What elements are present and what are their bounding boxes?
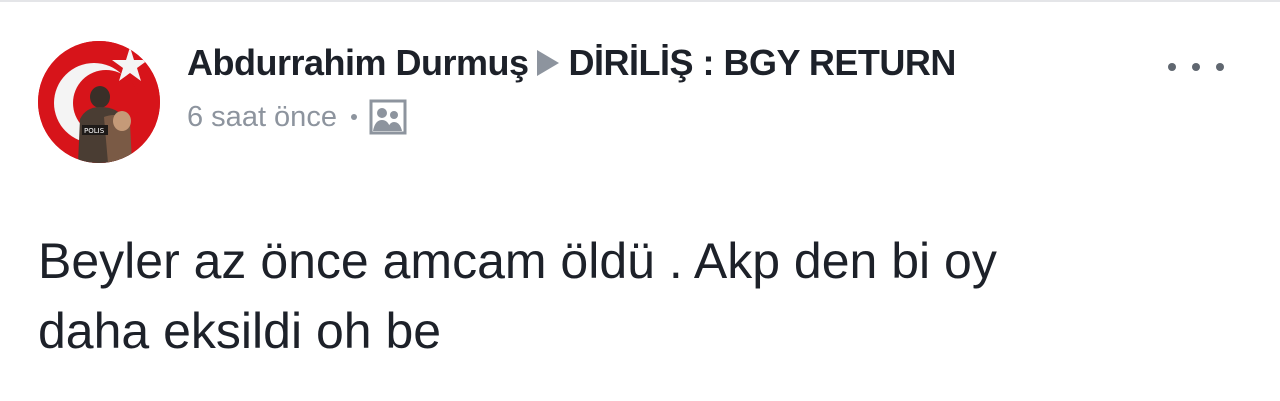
more-dot	[1168, 63, 1176, 71]
feed-post: POLIS Abdurrahim Durmuş DİRİLİŞ : BGY RE…	[0, 0, 1280, 401]
avatar-badge-text: POLIS	[84, 127, 105, 135]
more-options-icon[interactable]	[1168, 54, 1224, 80]
post-timestamp[interactable]: 6 saat önce	[187, 101, 337, 134]
more-dot	[1216, 63, 1224, 71]
author-avatar[interactable]: POLIS	[38, 41, 160, 163]
separator-dot	[350, 114, 357, 120]
turkish-flag-avatar-icon: POLIS	[38, 41, 160, 163]
more-dot	[1192, 63, 1200, 71]
post-header: Abdurrahim Durmuş DİRİLİŞ : BGY RETURN	[187, 38, 956, 88]
post-body-text: Beyler az önce amcam öldü . Akp den bi o…	[38, 233, 997, 359]
post-meta: 6 saat önce	[187, 96, 407, 138]
author-name-link[interactable]: Abdurrahim Durmuş	[187, 42, 529, 84]
arrow-right-icon	[536, 50, 559, 76]
group-name-link[interactable]: DİRİLİŞ : BGY RETURN	[569, 42, 957, 84]
group-photo-icon	[369, 99, 407, 135]
